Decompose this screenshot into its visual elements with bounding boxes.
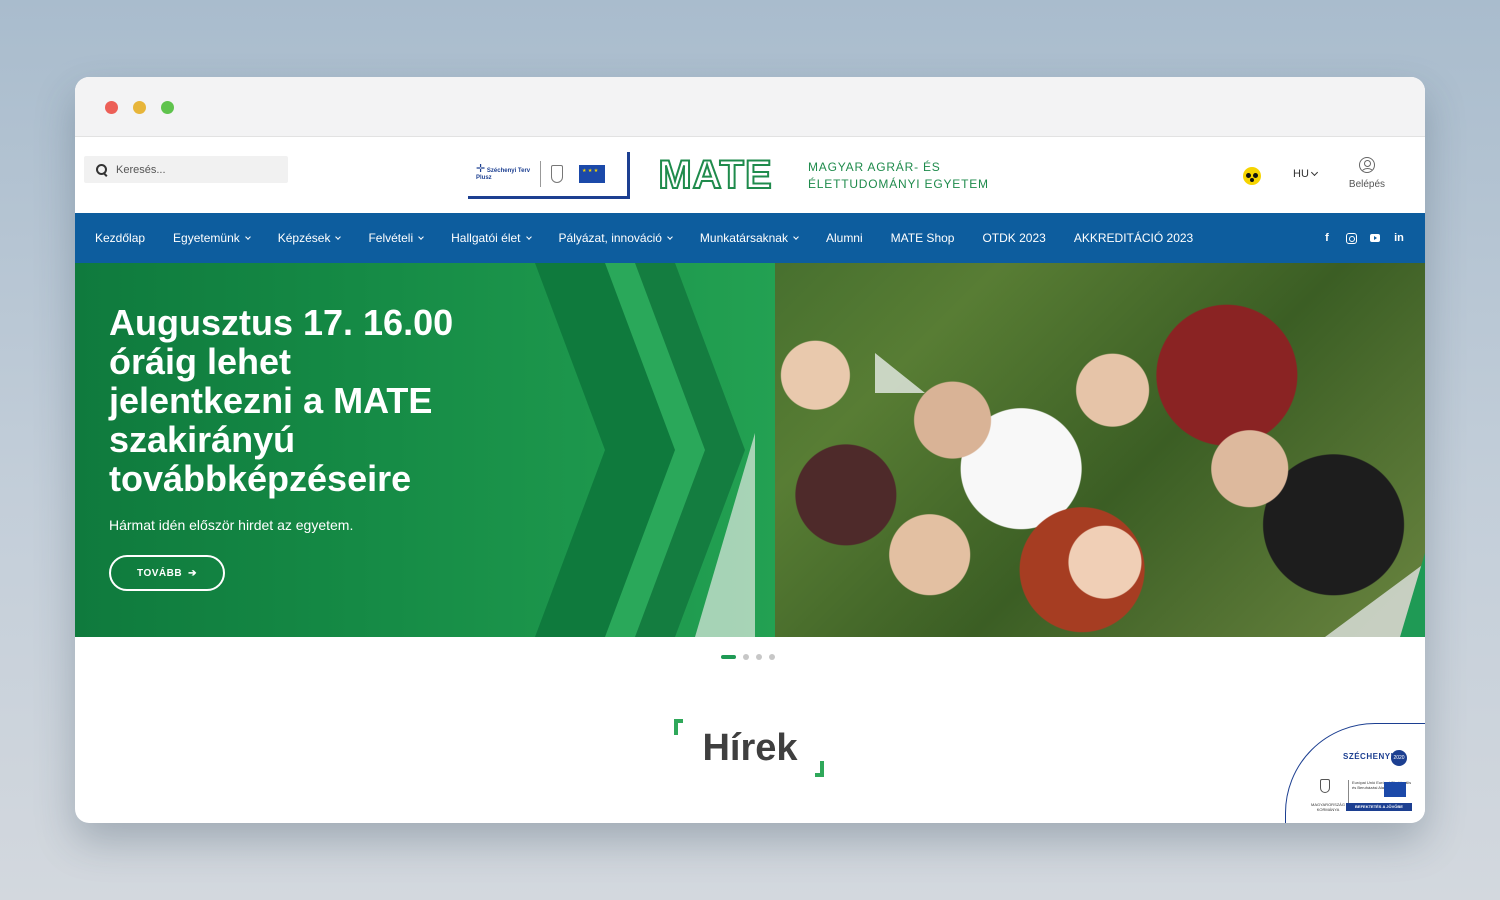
nav-item-palyazat-innovacio[interactable]: Pályázat, innováció xyxy=(558,231,673,245)
close-window-button[interactable] xyxy=(105,101,118,114)
nav-item-alumni[interactable]: Alumni xyxy=(826,231,863,245)
maximize-window-button[interactable] xyxy=(161,101,174,114)
university-name-line1: MAGYAR AGRÁR- ÉS xyxy=(808,160,941,174)
nav-label: Pályázat, innováció xyxy=(558,231,662,245)
chevron-down-icon xyxy=(244,233,251,240)
chevron-down-icon xyxy=(1310,168,1318,177)
coat-of-arms-icon xyxy=(551,165,563,183)
nav-label: AKKREDITÁCIÓ 2023 xyxy=(1073,231,1194,245)
mate-logo[interactable]: MATE xyxy=(650,152,781,198)
social-links: f in xyxy=(1321,213,1405,263)
badge-gov-text: MAGYARORSZÁG KORMÁNYA xyxy=(1311,802,1345,812)
chevron-down-icon xyxy=(525,233,532,240)
coat-of-arms-icon xyxy=(1320,779,1330,793)
hero-title: Augusztus 17. 16.00 óráig lehet jelentke… xyxy=(109,302,454,499)
nav-item-kezdolap[interactable]: Kezdőlap xyxy=(95,231,145,245)
slider-dot-4[interactable] xyxy=(769,654,775,660)
facebook-icon[interactable]: f xyxy=(1321,232,1333,244)
szechenyi-terv-logo: ✛ Széchenyi Terv Plusz xyxy=(476,163,534,182)
university-name-line2: ÉLETTUDOMÁNYI EGYETEM xyxy=(808,177,989,191)
logo-border xyxy=(627,152,630,196)
eu-flag-icon xyxy=(579,165,605,183)
nav-item-mate-shop[interactable]: MATE Shop xyxy=(891,231,955,245)
nav-label: Hallgatói élet xyxy=(451,231,521,245)
nav-label: Alumni xyxy=(825,231,863,245)
nav-item-munkatarsaknak[interactable]: Munkatársaknak xyxy=(699,231,799,245)
bracket-bottom-right-decoration xyxy=(815,761,824,777)
search-input[interactable] xyxy=(116,163,266,176)
nav-label: Felvételi xyxy=(368,231,414,245)
nav-item-felveteli[interactable]: Felvételi xyxy=(368,231,424,245)
chevron-down-icon xyxy=(335,233,342,240)
window-titlebar xyxy=(75,77,1425,137)
linkedin-icon[interactable]: in xyxy=(1393,232,1405,244)
hero-slider: Augusztus 17. 16.00 óráig lehet jelentke… xyxy=(75,263,1425,637)
browser-window: ✛ Széchenyi Terv Plusz MATE MAGYAR AGRÁR… xyxy=(75,77,1425,823)
partner-logo-text: Széchenyi Terv Plusz xyxy=(476,168,531,181)
university-name[interactable]: MAGYAR AGRÁR- ÉS ÉLETTUDOMÁNYI EGYETEM xyxy=(808,159,989,193)
main-navigation: Kezdőlap Egyetemünk Képzések Felvételi H… xyxy=(75,213,1425,263)
tovabb-button[interactable]: TOVÁBB ➔ xyxy=(109,555,225,591)
eu-flag-icon xyxy=(1384,782,1406,797)
partner-logos[interactable]: ✛ Széchenyi Terv Plusz xyxy=(468,152,630,199)
arrow-right-icon: ➔ xyxy=(188,567,197,579)
nav-label: Egyetemünk xyxy=(173,231,240,245)
slider-dot-3[interactable] xyxy=(756,654,762,660)
chevron-down-icon xyxy=(793,233,799,240)
nav-label: OTDK 2023 xyxy=(982,231,1046,245)
slider-dot-2[interactable] xyxy=(743,654,749,660)
search-box[interactable] xyxy=(84,156,288,183)
nav-item-egyetemunk[interactable]: Egyetemünk xyxy=(173,231,251,245)
nav-item-kepzesek[interactable]: Képzések xyxy=(277,231,342,245)
hero-subtitle: Hármat idén először hirdet az egyetem. xyxy=(109,517,354,533)
slider-dot-1[interactable] xyxy=(721,655,736,659)
nav-item-akkreditacio-2023[interactable]: AKKREDITÁCIÓ 2023 xyxy=(1074,231,1193,245)
location-pin-icon: 2020 xyxy=(1391,750,1407,766)
cross-icon: ✛ xyxy=(476,163,486,175)
site-header: ✛ Széchenyi Terv Plusz MATE MAGYAR AGRÁR… xyxy=(75,137,1425,213)
divider xyxy=(540,161,541,187)
badge-title: SZÉCHENYI xyxy=(1343,752,1394,761)
nav-label: MATE Shop xyxy=(890,231,955,245)
search-icon[interactable] xyxy=(96,163,108,176)
accessibility-dot xyxy=(1250,178,1254,182)
chevron-down-icon xyxy=(418,233,424,240)
minimize-window-button[interactable] xyxy=(133,101,146,114)
language-label: HU xyxy=(1293,168,1309,180)
nav-label: Kezdőlap xyxy=(95,231,146,245)
slider-pagination xyxy=(721,654,775,660)
youtube-icon[interactable] xyxy=(1370,234,1380,242)
nav-item-otdk-2023[interactable]: OTDK 2023 xyxy=(982,231,1045,245)
badge-invest-text: BEFEKTETÉS A JÖVŐBE xyxy=(1346,803,1412,811)
user-icon xyxy=(1359,157,1375,173)
login-label: Belépés xyxy=(1348,179,1386,190)
accessibility-icon[interactable] xyxy=(1243,167,1261,185)
instagram-icon[interactable] xyxy=(1346,232,1357,244)
login-button[interactable]: Belépés xyxy=(1341,157,1393,190)
news-section-title: Hírek xyxy=(702,727,798,769)
nav-item-hallgatoi-elet[interactable]: Hallgatói élet xyxy=(451,231,532,245)
language-selector[interactable]: HU xyxy=(1293,168,1318,180)
nav-label: Képzések xyxy=(277,231,331,245)
hero-triangle-overlays xyxy=(695,353,1425,637)
nav-label: Munkatársaknak xyxy=(699,231,788,245)
tovabb-label: TOVÁBB xyxy=(137,567,183,579)
chevron-down-icon xyxy=(667,233,673,240)
